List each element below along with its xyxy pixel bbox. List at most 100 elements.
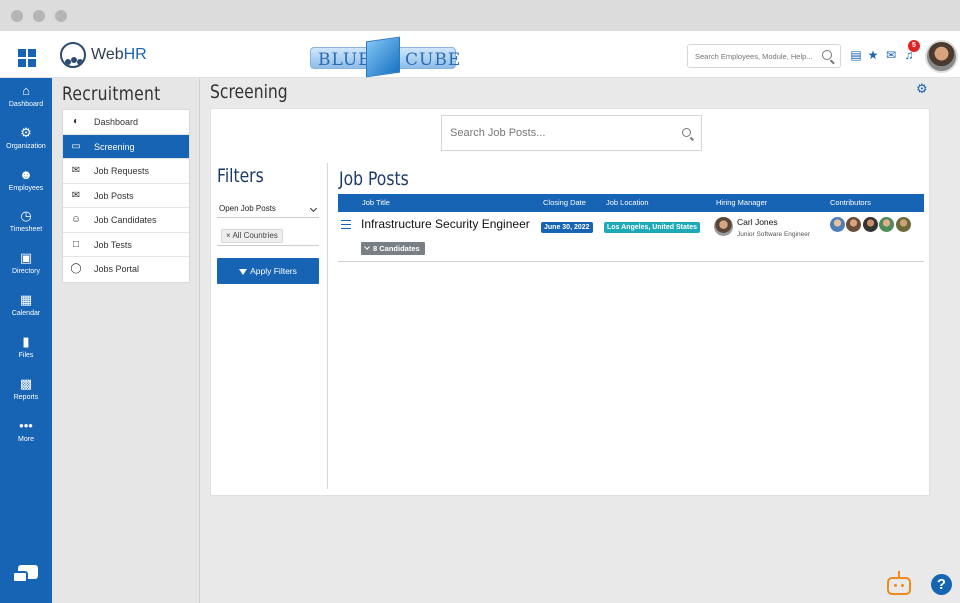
main-sidebar: ⌂ Dashboard ⚙ Organization ☻ Employees ◷… [0, 78, 52, 603]
candidates-toggle[interactable]: 8 Candidates [361, 242, 425, 255]
subnav-label: Job Tests [94, 239, 132, 250]
manager-avatar[interactable] [714, 217, 733, 236]
sidebar-label: Timesheet [9, 226, 43, 233]
table-header: Job Title Closing Date Job Location Hiri… [338, 194, 924, 212]
country-tag[interactable]: × All Countries [221, 229, 283, 243]
user-avatar[interactable] [925, 40, 958, 73]
pin-icon[interactable]: ★ [866, 48, 880, 62]
subnav-item-screening[interactable]: ▭ Screening [63, 134, 189, 159]
sidebar-item-employees[interactable]: ☻ Employees [0, 168, 52, 208]
subnav-label: Screening [94, 141, 135, 152]
envelope-open-icon: ✉ [71, 165, 81, 176]
search-icon[interactable] [822, 50, 832, 60]
sidebar-item-reports[interactable]: ▩ Reports [0, 377, 52, 417]
sidebar-label: Files [18, 352, 34, 359]
contributor-avatar[interactable] [829, 216, 846, 233]
robot-assistant-icon[interactable] [884, 571, 914, 597]
manager-name[interactable]: Carl Jones [737, 217, 778, 227]
sidebar-item-dashboard[interactable]: ⌂ Dashboard [0, 84, 52, 124]
sidebar-item-more[interactable]: ••• More [0, 419, 52, 459]
location-badge: Los Angeles, United States [604, 222, 700, 233]
column-job-title[interactable]: Job Title [362, 198, 390, 207]
recruitment-subnav: Recruitment ◐ Dashboard ▭ Screening ✉ Job R… [52, 78, 200, 603]
country-filter[interactable]: × All Countries [217, 226, 319, 246]
subnav-label: Job Candidates [94, 215, 157, 225]
column-hiring-manager[interactable]: Hiring Manager [716, 198, 767, 207]
subnav-item-job-candidates[interactable]: ☺ Job Candidates [63, 208, 189, 233]
sidebar-label: Employees [8, 185, 44, 192]
window-maximize-dot[interactable] [55, 10, 67, 22]
section-title: Recruitment [62, 83, 161, 105]
browser-chrome [0, 0, 960, 31]
live-chat-icon[interactable] [12, 565, 38, 587]
subnav-item-job-requests[interactable]: ✉ Job Requests [63, 159, 189, 184]
briefcase-icon[interactable]: ▤ [849, 48, 863, 62]
search-icon[interactable] [682, 128, 691, 137]
id-card-icon: ▣ [19, 250, 33, 265]
global-search [687, 44, 841, 68]
apps-grid-icon[interactable] [18, 49, 37, 68]
subnav-label: Dashboard [94, 117, 139, 127]
main-content: Screening ⚙ Filters Open Job Posts × All… [200, 78, 960, 603]
contributor-avatar[interactable] [845, 216, 862, 233]
panel-divider [327, 163, 328, 489]
job-status-value: Open Job Posts [219, 204, 276, 213]
sidebar-item-timesheet[interactable]: ◷ Timesheet [0, 209, 52, 249]
subnav-item-job-posts[interactable]: ✉ Job Posts [63, 184, 189, 208]
subnav-item-job-tests[interactable]: □ Job Tests [63, 233, 189, 257]
closing-date-badge: June 30, 2022 [541, 222, 593, 233]
chevron-down-icon [309, 204, 318, 213]
subnav-label: Job Requests [94, 166, 150, 176]
webhr-logo[interactable]: WebHR [60, 42, 147, 68]
top-bar: WebHR BLUE CUBE ▤ ★ ✉ ♫ 5 [0, 31, 960, 78]
screening-card: Filters Open Job Posts × All Countries A… [210, 108, 930, 496]
apply-filters-button[interactable]: Apply Filters [217, 258, 319, 284]
job-title-link[interactable]: Infrastructure Security Engineer [361, 217, 530, 231]
sidebar-label: Calendar [11, 310, 41, 317]
column-closing-date[interactable]: Closing Date [543, 198, 586, 207]
subnav-item-dashboard[interactable]: ◐ Dashboard [63, 110, 189, 135]
job-post-search-input[interactable] [450, 116, 670, 150]
settings-gear-icon[interactable]: ⚙ [916, 82, 929, 95]
window-close-dot[interactable] [11, 10, 23, 22]
notification-badge: 5 [908, 40, 920, 52]
home-icon: ⌂ [22, 83, 30, 98]
envelope-icon: ✉ [71, 189, 81, 201]
gauge-icon: ◐ [72, 116, 80, 127]
company-logo: BLUE CUBE [310, 36, 460, 78]
job-status-select[interactable]: Open Job Posts [217, 202, 319, 218]
window-minimize-dot[interactable] [33, 10, 45, 22]
contributor-avatar[interactable] [895, 216, 912, 233]
sidebar-item-directory[interactable]: ▣ Directory [0, 251, 52, 291]
menu-icon[interactable] [341, 220, 351, 229]
subnav-label: Jobs Portal [94, 264, 140, 274]
subnav-item-jobs-portal[interactable]: ◯ Jobs Portal [63, 257, 189, 282]
column-contributors[interactable]: Contributors [830, 198, 871, 207]
gear-icon: ⚙ [20, 125, 32, 140]
subnav-label: Job Posts [94, 190, 134, 201]
filter-icon [239, 269, 248, 275]
contributor-avatar[interactable] [862, 216, 879, 233]
sidebar-item-organization[interactable]: ⚙ Organization [0, 126, 52, 166]
users-icon: ☻ [19, 167, 33, 182]
sidebar-label: Organization [6, 143, 46, 150]
apply-filters-label: Apply Filters [250, 266, 297, 276]
sidebar-item-calendar[interactable]: ▦ Calendar [0, 293, 52, 333]
contributor-avatar[interactable] [878, 216, 895, 233]
global-search-input[interactable] [695, 45, 819, 67]
remove-tag-icon[interactable]: × [226, 231, 231, 240]
sidebar-item-files[interactable]: ▮ Files [0, 335, 52, 375]
logo-text-hr: HR [123, 46, 147, 63]
sidebar-label: Dashboard [8, 101, 44, 108]
job-post-search [441, 115, 702, 151]
calendar-icon: ▦ [19, 292, 33, 307]
globe-icon: ◯ [70, 263, 82, 274]
filters-panel: Filters Open Job Posts × All Countries A… [217, 165, 319, 284]
chat-icon[interactable]: ✉ [884, 48, 898, 62]
sidebar-label: Directory [11, 268, 40, 275]
help-icon[interactable]: ? [931, 574, 952, 595]
table-row: Infrastructure Security Engineer June 30… [338, 212, 924, 262]
column-job-location[interactable]: Job Location [606, 198, 649, 207]
logo-text-web: Web [91, 46, 124, 63]
manager-role: Junior Software Engineer [737, 231, 810, 238]
